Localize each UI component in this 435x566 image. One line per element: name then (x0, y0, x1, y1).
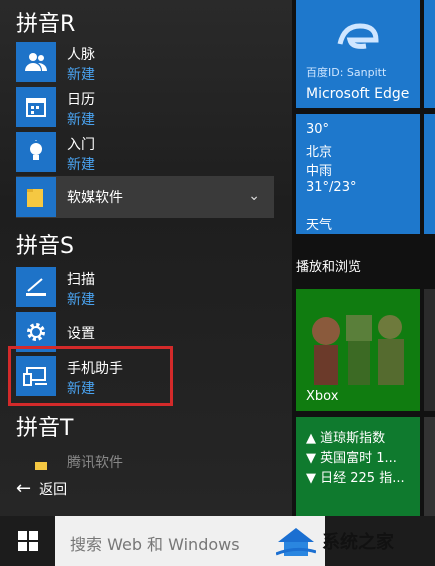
weather-condition: 中雨 (306, 164, 333, 179)
scanner-icon (16, 267, 56, 307)
watermark-logo: 系统之家 (270, 520, 435, 562)
calendar-icon (16, 87, 56, 127)
tile-label: Xbox (306, 389, 339, 404)
tile-xbox[interactable]: Xbox (296, 289, 420, 411)
stock-line: ▼ 英国富时 1... (306, 451, 397, 466)
house-logo-icon (275, 524, 317, 558)
tile-partial[interactable] (424, 417, 435, 516)
weather-city: 北京 (306, 145, 333, 160)
back-button[interactable]: ← 返回 (16, 478, 67, 499)
arrow-left-icon: ← (16, 478, 32, 499)
tile-money[interactable]: ▲ 道琼斯指数 ▼ 英国富时 1... ▼ 日经 225 指... (296, 417, 420, 516)
tile-weather[interactable]: 30° 北京 中雨 31°/23° 天气 (296, 114, 420, 234)
app-item-calendar[interactable]: 日历 新建 (16, 87, 276, 131)
windows-logo-icon (17, 531, 38, 551)
start-button[interactable] (0, 516, 55, 566)
folder-name: 软媒软件 (67, 190, 123, 206)
highlight-box (8, 346, 173, 406)
app-name: 扫描 (67, 272, 95, 288)
folder-icon (16, 450, 56, 470)
stock-line: ▼ 日经 225 指... (306, 471, 405, 486)
tile-group-label[interactable]: 播放和浏览 (296, 256, 361, 275)
new-badge: 新建 (67, 112, 95, 128)
tile-partial[interactable] (424, 289, 435, 411)
tile-partial[interactable] (424, 114, 435, 234)
people-icon (16, 42, 56, 82)
app-name: 入门 (67, 137, 95, 153)
search-placeholder: 搜索 Web 和 Windows (70, 535, 240, 554)
chevron-down-icon[interactable]: ⌄ (248, 188, 260, 204)
tile-microsoft-edge[interactable]: 百度ID: Sanpitt Microsoft Edge (296, 0, 420, 108)
tile-label: Microsoft Edge (306, 86, 410, 102)
weather-range: 31°/23° (306, 180, 357, 195)
weather-temp: 30° (306, 122, 330, 137)
new-badge: 新建 (67, 292, 95, 308)
xbox-avatars-image (304, 301, 412, 389)
app-item-get-started[interactable]: 入门 新建 (16, 132, 276, 176)
app-name: 腾讯软件 (67, 455, 123, 470)
watermark-overlay: 百度ID: Sanpitt (306, 66, 387, 79)
app-item-tencent[interactable]: 腾讯软件 (16, 450, 276, 470)
app-item-scan[interactable]: 扫描 新建 (16, 267, 276, 311)
app-list-pane: 拼音R 人脉 新建 日历 新建 入门 新建 软媒软件 ⌄ 拼音S 扫描 新建 设… (0, 0, 292, 516)
app-name: 设置 (67, 326, 95, 342)
lightbulb-icon (16, 132, 56, 172)
app-item-contacts[interactable]: 人脉 新建 (16, 42, 276, 86)
folder-ruanmei[interactable]: 软媒软件 ⌄ (16, 176, 274, 218)
folder-icon (16, 177, 56, 217)
watermark-text: 系统之家 (322, 532, 394, 553)
tiles-pane: 百度ID: Sanpitt Microsoft Edge 30° 北京 中雨 3… (292, 0, 435, 516)
new-badge: 新建 (67, 157, 95, 173)
back-label: 返回 (39, 482, 68, 498)
app-name: 日历 (67, 92, 95, 108)
app-name: 人脉 (67, 47, 95, 63)
tile-label: 天气 (306, 218, 333, 233)
edge-icon (336, 22, 380, 52)
tile-edge-partial[interactable] (424, 0, 435, 108)
new-badge: 新建 (67, 67, 95, 83)
section-header-s[interactable]: 拼音S (16, 228, 74, 260)
section-header-r[interactable]: 拼音R (16, 6, 75, 38)
stock-line: ▲ 道琼斯指数 (306, 431, 386, 446)
section-header-t[interactable]: 拼音T (16, 410, 73, 442)
